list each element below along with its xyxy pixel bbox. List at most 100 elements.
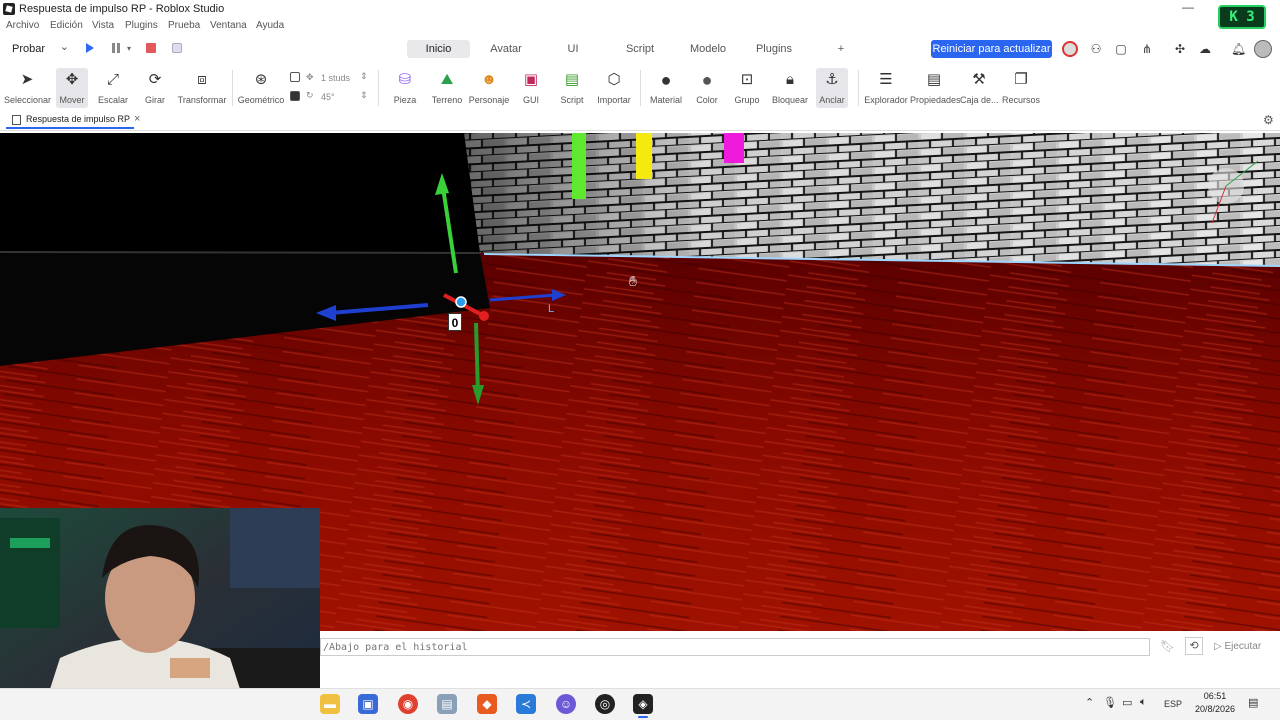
chrome-icon[interactable]: ◉ xyxy=(398,694,418,714)
select-tool[interactable]: ➤ Seleccionar xyxy=(4,68,51,108)
material-sphere-icon: ● xyxy=(660,70,672,90)
rotate-snap-checkbox[interactable] xyxy=(290,91,300,101)
character-tool[interactable]: ☻ Personaje xyxy=(468,68,510,108)
profile-avatar[interactable] xyxy=(1254,40,1272,58)
toolbox-tool[interactable]: ⚒ Caja de... xyxy=(960,68,999,108)
menu-vista[interactable]: Vista xyxy=(92,20,114,31)
volume-icon[interactable]: 🔈︎ xyxy=(1140,696,1147,709)
menu-edicion[interactable]: Edición xyxy=(50,20,83,31)
properties-icon: ▤ xyxy=(926,71,942,88)
command-input[interactable] xyxy=(320,638,1150,656)
part-tool[interactable]: ⛁ Pieza xyxy=(388,68,422,108)
language-indicator[interactable]: ESP xyxy=(1164,699,1182,709)
anchor-tool[interactable]: ⚓︎ Anclar xyxy=(816,68,848,108)
properties-tool[interactable]: ▤ Propiedades xyxy=(910,68,961,108)
lock-icon: 🔒︎ xyxy=(786,71,794,88)
viewport-settings-icon[interactable]: ⚙ xyxy=(1263,113,1274,127)
close-tab-icon[interactable]: × xyxy=(134,113,140,125)
restart-to-update-button[interactable]: Reiniciar para actualizar xyxy=(931,40,1052,58)
geometric-mode-dropdown[interactable]: ⊛ Geométrico xyxy=(236,68,286,108)
selection-count-marker: 0 xyxy=(448,313,462,331)
chat-icon[interactable]: ▢ xyxy=(1114,42,1128,56)
collaborators-icon[interactable]: ⚇ xyxy=(1089,42,1103,56)
lock-tool[interactable]: 🔒︎ Bloquear xyxy=(772,68,808,108)
obs-icon[interactable]: ◎ xyxy=(595,694,615,714)
notifications-icon[interactable]: 🔔︎ xyxy=(1231,42,1246,56)
terrain-icon: ⛰ xyxy=(440,71,454,88)
roblox-studio-icon xyxy=(3,3,15,15)
scale-icon: ⤢ xyxy=(106,71,119,88)
tray-overflow-icon[interactable]: ⌃ xyxy=(1085,696,1094,709)
move-snap-stepper[interactable]: ⇕ xyxy=(360,71,368,82)
network-icon[interactable]: ▭ xyxy=(1122,696,1132,709)
vscode-icon[interactable]: ≺ xyxy=(516,694,536,714)
rotate-tool[interactable]: ⟳ Girar xyxy=(140,68,170,108)
discord-icon[interactable]: ☺ xyxy=(556,694,576,714)
move-snap-value[interactable]: 1 studs xyxy=(321,73,350,83)
move-tool[interactable]: ✥ Mover xyxy=(56,68,88,108)
assets-tool[interactable]: ❐ Recursos xyxy=(1002,68,1040,108)
game-settings-icon[interactable]: ✣ xyxy=(1173,42,1187,56)
transform-tool[interactable]: ⧈ Transformar xyxy=(176,68,228,108)
play-icon[interactable] xyxy=(86,43,94,53)
document-tab[interactable]: Respuesta de impulso RP xyxy=(6,111,135,129)
share-icon[interactable]: ⋔ xyxy=(1140,42,1154,56)
document-tab-bar xyxy=(0,111,1280,131)
play-options-chevron-icon[interactable]: ▾ xyxy=(127,44,131,53)
history-icon[interactable]: ⟲ xyxy=(1185,637,1203,655)
tab-plugins[interactable]: Plugins xyxy=(753,40,795,58)
run-command-button[interactable]: ▷ Ejecutar xyxy=(1214,638,1274,656)
move-snap-icon: ✥ xyxy=(306,72,314,82)
taskbar-app-icon[interactable]: ▣ xyxy=(358,694,378,714)
stop-icon[interactable] xyxy=(146,43,156,53)
script-tool[interactable]: ▤ Script xyxy=(556,68,588,108)
tab-ui[interactable]: UI xyxy=(560,40,586,58)
device-emulator-icon[interactable] xyxy=(172,43,182,53)
roblox-studio-taskbar-icon[interactable]: ◈ xyxy=(633,694,653,714)
menu-plugins[interactable]: Plugins xyxy=(125,20,158,31)
move-arrows-icon: ✥ xyxy=(65,71,79,88)
terrain-tool[interactable]: ⛰ Terreno xyxy=(430,68,464,108)
tab-avatar[interactable]: Avatar xyxy=(482,40,530,58)
rotate-snap-value[interactable]: 45° xyxy=(321,92,335,102)
cloud-icon[interactable]: ☁ xyxy=(1198,42,1212,56)
menu-archivo[interactable]: Archivo xyxy=(6,20,39,31)
anchor-icon: ⚓︎ xyxy=(825,71,839,88)
taskbar-app-icon[interactable]: ▤ xyxy=(437,694,457,714)
add-tab-button[interactable]: + xyxy=(834,40,848,58)
bookmark-icon[interactable]: 🔖︎ xyxy=(1160,639,1175,653)
gui-icon: ▣ xyxy=(523,71,539,88)
material-tool[interactable]: ● Material xyxy=(648,68,684,108)
taskbar-clock[interactable]: 06:51 20/8/2026 xyxy=(1190,690,1240,716)
menu-ventana[interactable]: Ventana xyxy=(210,20,247,31)
run-mode-dropdown[interactable]: Probar xyxy=(8,40,73,58)
color-tool[interactable]: ● Color xyxy=(692,68,722,108)
user-avatar[interactable] xyxy=(1062,41,1078,57)
hand-cursor-icon: ✋︎ xyxy=(629,273,637,289)
menu-prueba[interactable]: Prueba xyxy=(168,20,200,31)
scale-tool[interactable]: ⤢ Escalar xyxy=(96,68,130,108)
assets-icon: ❐ xyxy=(1014,71,1028,88)
rotate-snap-icon: ↻ xyxy=(306,90,314,100)
explorer-tool[interactable]: ☰ Explorador xyxy=(864,68,908,108)
tab-inicio[interactable]: Inicio xyxy=(407,40,470,58)
menu-bar: Archivo Edición Vista Plugins Prueba Ven… xyxy=(0,18,1280,34)
minimize-icon[interactable]: — xyxy=(1182,0,1194,14)
toolbar-divider xyxy=(378,70,379,106)
active-app-indicator xyxy=(638,716,648,718)
gui-tool[interactable]: ▣ GUI xyxy=(514,68,548,108)
move-snap-checkbox[interactable] xyxy=(290,72,300,82)
menu-ayuda[interactable]: Ayuda xyxy=(256,20,284,31)
tab-modelo[interactable]: Modelo xyxy=(686,40,730,58)
import-tool[interactable]: ⬡ Importar xyxy=(594,68,634,108)
microphone-icon[interactable]: 🎙︎ xyxy=(1103,696,1117,709)
file-explorer-icon[interactable]: ▬ xyxy=(320,694,340,714)
tab-script[interactable]: Script xyxy=(618,40,662,58)
notification-center-icon[interactable]: ▤ xyxy=(1248,696,1258,709)
geometric-icon: ⊛ xyxy=(254,71,268,88)
character-icon: ☻ xyxy=(481,71,497,88)
pause-icon[interactable] xyxy=(112,43,120,53)
brave-icon[interactable]: ◆ xyxy=(477,694,497,714)
group-tool[interactable]: ⊡ Grupo xyxy=(732,68,762,108)
rotate-snap-stepper[interactable]: ⇕ xyxy=(360,90,368,101)
